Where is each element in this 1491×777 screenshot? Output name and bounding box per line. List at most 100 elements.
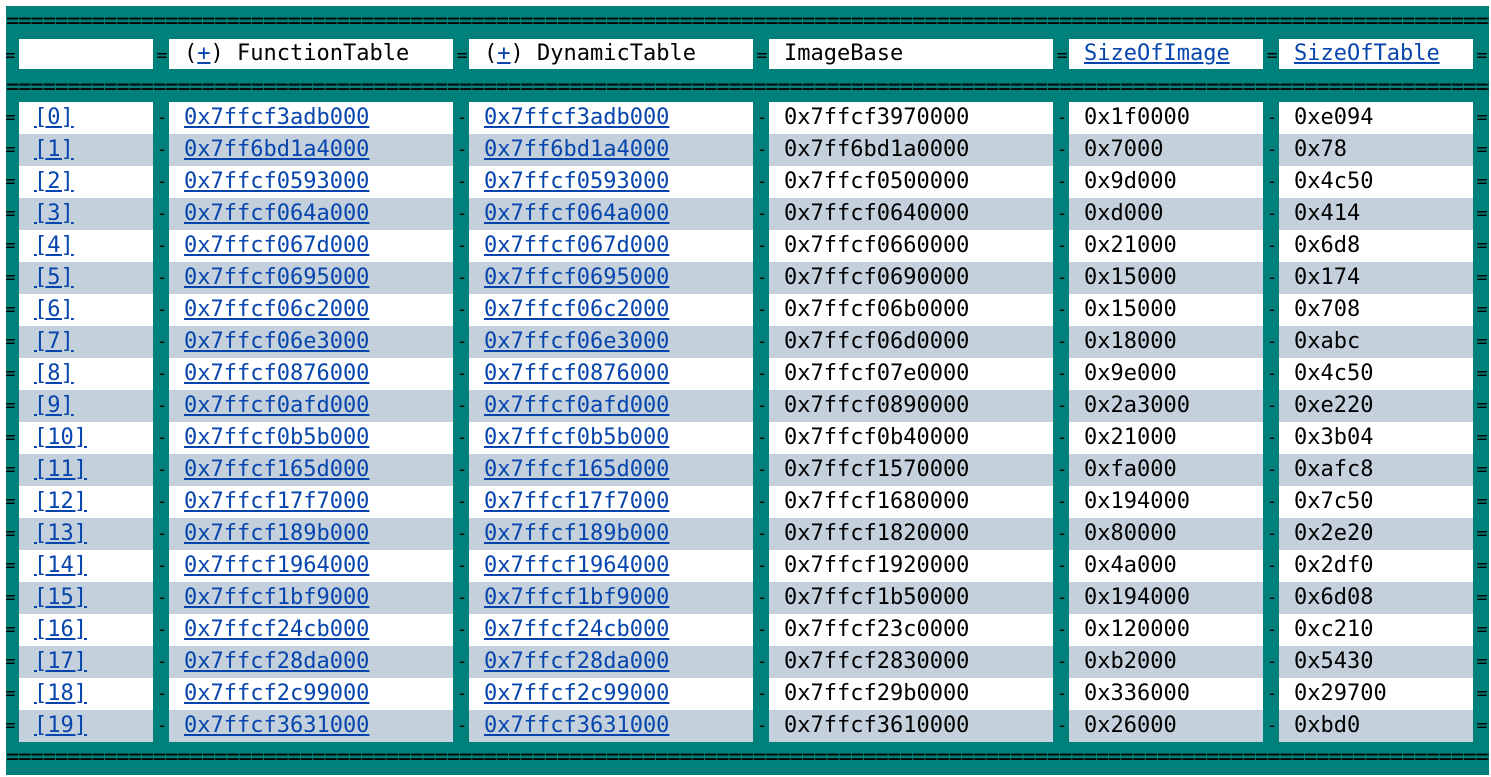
cell-dynamic-table[interactable]: 0x7ffcf0b5b000 — [469, 422, 753, 454]
cell-function-table[interactable]: 0x7ffcf06c2000 — [169, 294, 453, 326]
cell-function-table-link[interactable]: 0x7ffcf0876000 — [184, 361, 369, 386]
cell-function-table-link[interactable]: 0x7ffcf28da000 — [184, 649, 369, 674]
cell-index[interactable]: [17] — [19, 646, 153, 678]
cell-dynamic-table-link[interactable]: 0x7ffcf17f7000 — [484, 489, 669, 514]
cell-index-link[interactable]: [15] — [34, 585, 87, 610]
cell-function-table-link[interactable]: 0x7ffcf24cb000 — [184, 617, 369, 642]
cell-index[interactable]: [11] — [19, 454, 153, 486]
cell-index-link[interactable]: [12] — [34, 489, 87, 514]
cell-dynamic-table[interactable]: 0x7ffcf1964000 — [469, 550, 753, 582]
cell-index-link[interactable]: [3] — [34, 201, 74, 226]
cell-dynamic-table[interactable]: 0x7ffcf165d000 — [469, 454, 753, 486]
cell-function-table[interactable]: 0x7ffcf067d000 — [169, 230, 453, 262]
cell-dynamic-table[interactable]: 0x7ffcf067d000 — [469, 230, 753, 262]
cell-index[interactable]: [1] — [19, 134, 153, 166]
cell-dynamic-table[interactable]: 0x7ffcf3adb000 — [469, 102, 753, 134]
cell-index-link[interactable]: [10] — [34, 425, 87, 450]
cell-index[interactable]: [7] — [19, 326, 153, 358]
cell-function-table-link[interactable]: 0x7ffcf1964000 — [184, 553, 369, 578]
cell-dynamic-table[interactable]: 0x7ffcf0876000 — [469, 358, 753, 390]
cell-function-table[interactable]: 0x7ffcf0593000 — [169, 166, 453, 198]
cell-dynamic-table-link[interactable]: 0x7ffcf1bf9000 — [484, 585, 669, 610]
cell-index-link[interactable]: [9] — [34, 393, 74, 418]
cell-dynamic-table[interactable]: 0x7ffcf24cb000 — [469, 614, 753, 646]
cell-dynamic-table[interactable]: 0x7ffcf2c99000 — [469, 678, 753, 710]
sort-size-of-table-link[interactable]: SizeOfTable — [1294, 41, 1440, 66]
cell-dynamic-table[interactable]: 0x7ffcf0afd000 — [469, 390, 753, 422]
cell-index-link[interactable]: [0] — [34, 105, 74, 130]
header-size-of-image[interactable]: SizeOfImage — [1069, 39, 1263, 69]
cell-index[interactable]: [19] — [19, 710, 153, 742]
cell-index-link[interactable]: [2] — [34, 169, 74, 194]
cell-dynamic-table-link[interactable]: 0x7ffcf0afd000 — [484, 393, 669, 418]
cell-dynamic-table[interactable]: 0x7ffcf06c2000 — [469, 294, 753, 326]
cell-dynamic-table-link[interactable]: 0x7ffcf06c2000 — [484, 297, 669, 322]
cell-function-table-link[interactable]: 0x7ffcf2c99000 — [184, 681, 369, 706]
cell-dynamic-table-link[interactable]: 0x7ffcf165d000 — [484, 457, 669, 482]
cell-function-table[interactable]: 0x7ffcf064a000 — [169, 198, 453, 230]
cell-dynamic-table-link[interactable]: 0x7ffcf06e3000 — [484, 329, 669, 354]
cell-function-table-link[interactable]: 0x7ffcf064a000 — [184, 201, 369, 226]
cell-dynamic-table-link[interactable]: 0x7ffcf064a000 — [484, 201, 669, 226]
cell-function-table[interactable]: 0x7ffcf0876000 — [169, 358, 453, 390]
cell-dynamic-table[interactable]: 0x7ffcf3631000 — [469, 710, 753, 742]
cell-index[interactable]: [3] — [19, 198, 153, 230]
cell-function-table-link[interactable]: 0x7ffcf17f7000 — [184, 489, 369, 514]
cell-dynamic-table[interactable]: 0x7ffcf0695000 — [469, 262, 753, 294]
cell-index[interactable]: [13] — [19, 518, 153, 550]
cell-function-table[interactable]: 0x7ffcf0695000 — [169, 262, 453, 294]
cell-index-link[interactable]: [14] — [34, 553, 87, 578]
cell-index-link[interactable]: [6] — [34, 297, 74, 322]
expand-function-table-button[interactable]: + — [197, 41, 210, 66]
cell-dynamic-table[interactable]: 0x7ffcf0593000 — [469, 166, 753, 198]
cell-function-table[interactable]: 0x7ffcf0b5b000 — [169, 422, 453, 454]
cell-index[interactable]: [15] — [19, 582, 153, 614]
cell-index[interactable]: [6] — [19, 294, 153, 326]
cell-dynamic-table-link[interactable]: 0x7ffcf3631000 — [484, 713, 669, 738]
cell-index-link[interactable]: [8] — [34, 361, 74, 386]
cell-function-table-link[interactable]: 0x7ffcf165d000 — [184, 457, 369, 482]
cell-dynamic-table[interactable]: 0x7ff6bd1a4000 — [469, 134, 753, 166]
cell-function-table[interactable]: 0x7ffcf165d000 — [169, 454, 453, 486]
cell-dynamic-table-link[interactable]: 0x7ffcf2c99000 — [484, 681, 669, 706]
cell-function-table[interactable]: 0x7ffcf06e3000 — [169, 326, 453, 358]
header-size-of-table[interactable]: SizeOfTable — [1279, 39, 1473, 69]
cell-dynamic-table[interactable]: 0x7ffcf1bf9000 — [469, 582, 753, 614]
cell-dynamic-table-link[interactable]: 0x7ffcf0b5b000 — [484, 425, 669, 450]
cell-dynamic-table-link[interactable]: 0x7ffcf24cb000 — [484, 617, 669, 642]
cell-index[interactable]: [10] — [19, 422, 153, 454]
cell-index-link[interactable]: [17] — [34, 649, 87, 674]
cell-function-table-link[interactable]: 0x7ffcf06e3000 — [184, 329, 369, 354]
cell-index[interactable]: [4] — [19, 230, 153, 262]
expand-dynamic-table-button[interactable]: + — [497, 41, 510, 66]
cell-index[interactable]: [0] — [19, 102, 153, 134]
cell-function-table-link[interactable]: 0x7ffcf0695000 — [184, 265, 369, 290]
cell-dynamic-table-link[interactable]: 0x7ffcf28da000 — [484, 649, 669, 674]
cell-index-link[interactable]: [4] — [34, 233, 74, 258]
cell-function-table[interactable]: 0x7ff6bd1a4000 — [169, 134, 453, 166]
cell-function-table-link[interactable]: 0x7ffcf189b000 — [184, 521, 369, 546]
cell-index-link[interactable]: [5] — [34, 265, 74, 290]
cell-function-table[interactable]: 0x7ffcf1964000 — [169, 550, 453, 582]
cell-dynamic-table[interactable]: 0x7ffcf189b000 — [469, 518, 753, 550]
cell-index[interactable]: [16] — [19, 614, 153, 646]
cell-function-table[interactable]: 0x7ffcf1bf9000 — [169, 582, 453, 614]
cell-dynamic-table[interactable]: 0x7ffcf17f7000 — [469, 486, 753, 518]
cell-function-table-link[interactable]: 0x7ffcf06c2000 — [184, 297, 369, 322]
cell-function-table[interactable]: 0x7ffcf189b000 — [169, 518, 453, 550]
cell-index-link[interactable]: [16] — [34, 617, 87, 642]
cell-index-link[interactable]: [1] — [34, 137, 74, 162]
cell-index[interactable]: [2] — [19, 166, 153, 198]
cell-function-table[interactable]: 0x7ffcf3631000 — [169, 710, 453, 742]
cell-dynamic-table[interactable]: 0x7ffcf28da000 — [469, 646, 753, 678]
cell-dynamic-table[interactable]: 0x7ffcf06e3000 — [469, 326, 753, 358]
cell-index[interactable]: [5] — [19, 262, 153, 294]
cell-index[interactable]: [18] — [19, 678, 153, 710]
cell-index-link[interactable]: [19] — [34, 713, 87, 738]
cell-index[interactable]: [9] — [19, 390, 153, 422]
cell-index-link[interactable]: [13] — [34, 521, 87, 546]
sort-size-of-image-link[interactable]: SizeOfImage — [1084, 41, 1230, 66]
cell-function-table-link[interactable]: 0x7ffcf3631000 — [184, 713, 369, 738]
cell-index[interactable]: [14] — [19, 550, 153, 582]
cell-function-table[interactable]: 0x7ffcf24cb000 — [169, 614, 453, 646]
